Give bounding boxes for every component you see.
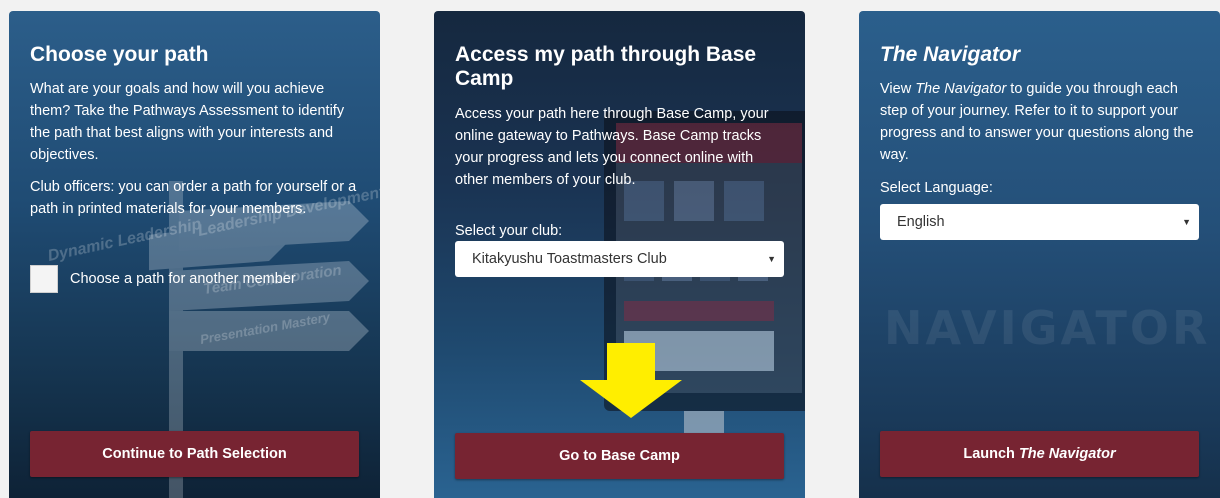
base-camp-card: Access my path through Base Camp Access … — [434, 11, 805, 498]
card-description: Access your path here through Base Camp,… — [455, 106, 769, 188]
choose-path-card: Dynamic Leadership Leadership Developmen… — [9, 11, 380, 498]
card-title: The Navigator — [880, 43, 1021, 66]
base-camp-content: Access my path through Base Camp Access … — [455, 11, 784, 498]
other-member-option[interactable]: Choose a path for another member — [30, 264, 296, 294]
arrow-down-icon — [580, 343, 682, 418]
continue-path-selection-button[interactable]: Continue to Path Selection — [30, 431, 359, 477]
pathways-page: Dynamic Leadership Leadership Developmen… — [0, 0, 1220, 498]
other-member-label: Choose a path for another member — [70, 271, 296, 287]
language-select[interactable]: English ▼ — [880, 204, 1199, 240]
button-italic: The Navigator — [1018, 446, 1116, 462]
language-select-value: English — [897, 214, 945, 230]
card-description: View The Navigator to guide you through … — [880, 78, 1199, 166]
club-select-label: Select your club: — [455, 223, 563, 239]
club-select-value: Kitakyushu Toastmasters Club — [472, 251, 667, 267]
navigator-content: The Navigator View The Navigator to guid… — [880, 11, 1199, 498]
chevron-down-icon: ▼ — [1182, 217, 1191, 227]
other-member-checkbox[interactable] — [30, 265, 58, 293]
chevron-down-icon: ▼ — [767, 254, 776, 264]
button-before: Launch — [963, 446, 1019, 462]
card-title: Access my path through Base Camp — [455, 43, 757, 90]
card-title: Choose your path — [30, 43, 209, 66]
navigator-card: NAVIGATOR The Navigator View The Navigat… — [859, 11, 1220, 498]
desc-italic: The Navigator — [915, 81, 1007, 97]
desc-before: View — [880, 81, 916, 97]
language-select-label: Select Language: — [880, 180, 993, 196]
card-description: What are your goals and how will you ach… — [30, 81, 345, 163]
club-select[interactable]: Kitakyushu Toastmasters Club ▼ — [455, 241, 784, 277]
go-to-base-camp-button[interactable]: Go to Base Camp — [455, 433, 784, 479]
officers-note: Club officers: you can order a path for … — [30, 179, 357, 217]
launch-navigator-button[interactable]: Launch The Navigator — [880, 431, 1199, 477]
choose-path-content: Choose your path What are your goals and… — [30, 11, 359, 498]
